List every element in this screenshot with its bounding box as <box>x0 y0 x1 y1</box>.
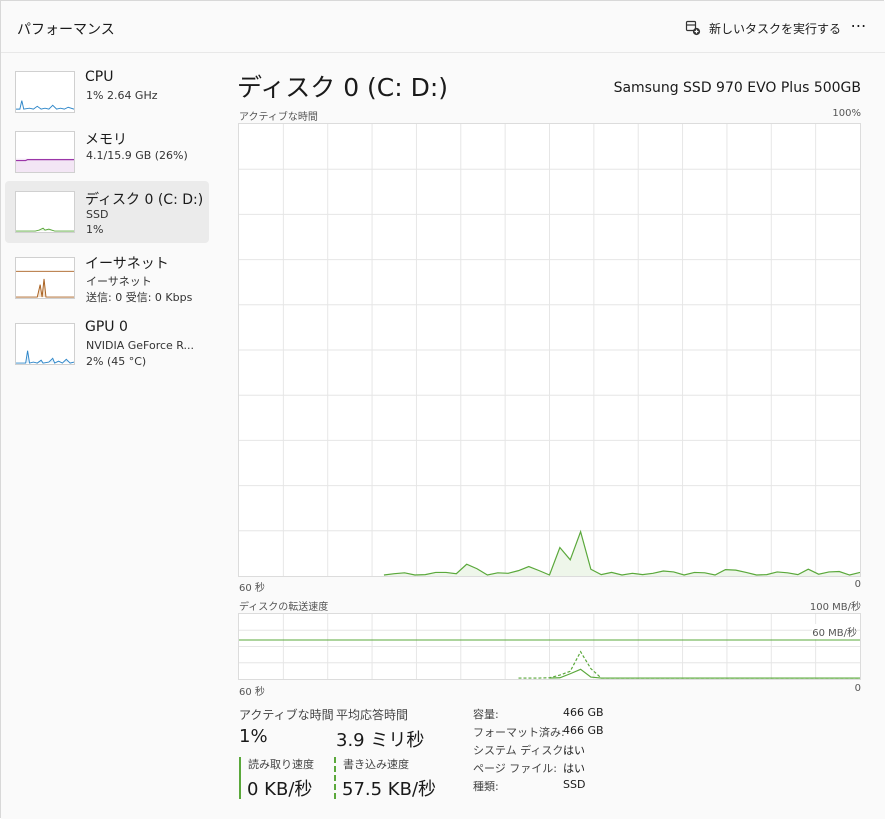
run-new-task-label: 新しいタスクを実行する <box>709 21 842 36</box>
sidebar-item-detail: 1% 2.64 GHz <box>86 89 158 102</box>
read-speed-label: 読み取り速度 <box>248 758 314 771</box>
sidebar-item-throughput: 送信: 0 受信: 0 Kbps <box>86 291 193 304</box>
active-time-chart <box>238 123 861 577</box>
sidebar-item-temperature: 2% (45 °C) <box>86 355 147 368</box>
transfer-chart-right-label: 0 <box>854 683 861 694</box>
transfer-rate-chart-svg <box>239 614 860 679</box>
page-file-label: ページ ファイル: <box>473 762 557 775</box>
active-time-label: アクティブな時間 <box>239 708 334 722</box>
capacity-value: 466 GB <box>563 706 604 719</box>
cpu-thumbnail-graph <box>15 71 75 113</box>
series-line-0 <box>549 668 860 679</box>
write-speed-label: 書き込み速度 <box>343 758 409 771</box>
disk-title: ディスク 0 (C: D:) <box>237 73 449 102</box>
sidebar-item-ethernet[interactable]: イーサネット イーサネット 送信: 0 受信: 0 Kbps <box>5 247 209 309</box>
sidebar-item-gpu[interactable]: GPU 0 NVIDIA GeForce R... 2% (45 °C) <box>5 313 209 375</box>
transfer-chart-label: ディスクの転送速度 <box>239 602 329 613</box>
run-new-task-button[interactable]: 新しいタスクを実行する <box>685 17 841 39</box>
active-time-chart-svg <box>239 124 860 576</box>
write-speed-value: 57.5 KB/秒 <box>342 779 437 800</box>
active-chart-max-label: 100% <box>832 108 861 119</box>
active-time-value: 1% <box>239 726 268 747</box>
active-chart-label: アクティブな時間 <box>239 112 318 123</box>
read-speed-indicator <box>239 757 241 799</box>
sidebar-item-cpu[interactable]: CPU 1% 2.64 GHz <box>5 65 209 127</box>
read-speed-value: 0 KB/秒 <box>247 779 313 800</box>
sidebar-item-label: GPU 0 <box>85 319 128 335</box>
memory-thumbnail-graph <box>15 131 75 173</box>
gpu-thumbnail-graph <box>15 323 75 365</box>
disk-thumbnail-graph <box>15 191 75 233</box>
active-chart-right-label: 0 <box>854 579 861 590</box>
disk-model: Samsung SSD 970 EVO Plus 500GB <box>613 80 861 96</box>
system-disk-label: システム ディスク: <box>473 744 568 757</box>
sidebar-item-label: メモリ <box>85 132 127 148</box>
active-chart-left-label: 60 秒 <box>239 583 265 594</box>
avg-response-value: 3.9 ミリ秒 <box>336 730 425 751</box>
sidebar-item-usage: 1% <box>86 223 104 236</box>
sidebar-item-detail: 4.1/15.9 GB (26%) <box>86 149 188 162</box>
header-bar: パフォーマンス 新しいタスクを実行する ⋯ <box>1 1 885 53</box>
system-disk-value: はい <box>563 744 585 757</box>
new-task-icon <box>685 20 701 36</box>
transfer-chart-max-label: 100 MB/秒 <box>809 602 861 613</box>
series-area <box>383 531 860 576</box>
sidebar-item-label: イーサネット <box>85 256 169 272</box>
page-title: パフォーマンス <box>17 22 115 38</box>
sidebar-item-memory[interactable]: メモリ 4.1/15.9 GB (26%) <box>5 123 209 185</box>
task-manager-window: パフォーマンス 新しいタスクを実行する ⋯ CPU 1% 2.64 GHz メモ… <box>0 0 885 819</box>
transfer-rate-chart <box>238 613 861 680</box>
page-file-value: はい <box>563 762 585 775</box>
avg-response-label: 平均応答時間 <box>336 708 409 722</box>
formatted-label: フォーマット済み: <box>473 726 565 739</box>
disk-type-value: SSD <box>563 778 586 791</box>
series-line-0 <box>383 529 860 576</box>
sidebar-item-detail: NVIDIA GeForce R... <box>86 339 195 352</box>
write-speed-indicator <box>334 757 336 799</box>
sidebar-item-detail: SSD <box>86 208 109 221</box>
sidebar-item-detail: イーサネット <box>86 275 152 288</box>
capacity-label: 容量: <box>473 708 499 721</box>
transfer-chart-left-label: 60 秒 <box>239 687 265 698</box>
sidebar: CPU 1% 2.64 GHz メモリ 4.1/15.9 GB (26%) ディ… <box>1 53 217 819</box>
sidebar-item-label: CPU <box>85 69 114 85</box>
sidebar-item-disk[interactable]: ディスク 0 (C: D:) SSD 1% <box>5 181 209 243</box>
sidebar-item-label: ディスク 0 (C: D:) <box>85 192 204 208</box>
more-options-button[interactable]: ⋯ <box>847 15 871 39</box>
ethernet-thumbnail-graph <box>15 257 75 299</box>
formatted-value: 466 GB <box>563 724 604 737</box>
main-panel: ディスク 0 (C: D:) Samsung SSD 970 EVO Plus … <box>217 53 885 819</box>
transfer-reference-label: 60 MB/秒 <box>812 624 857 639</box>
disk-type-label: 種類: <box>473 780 499 793</box>
